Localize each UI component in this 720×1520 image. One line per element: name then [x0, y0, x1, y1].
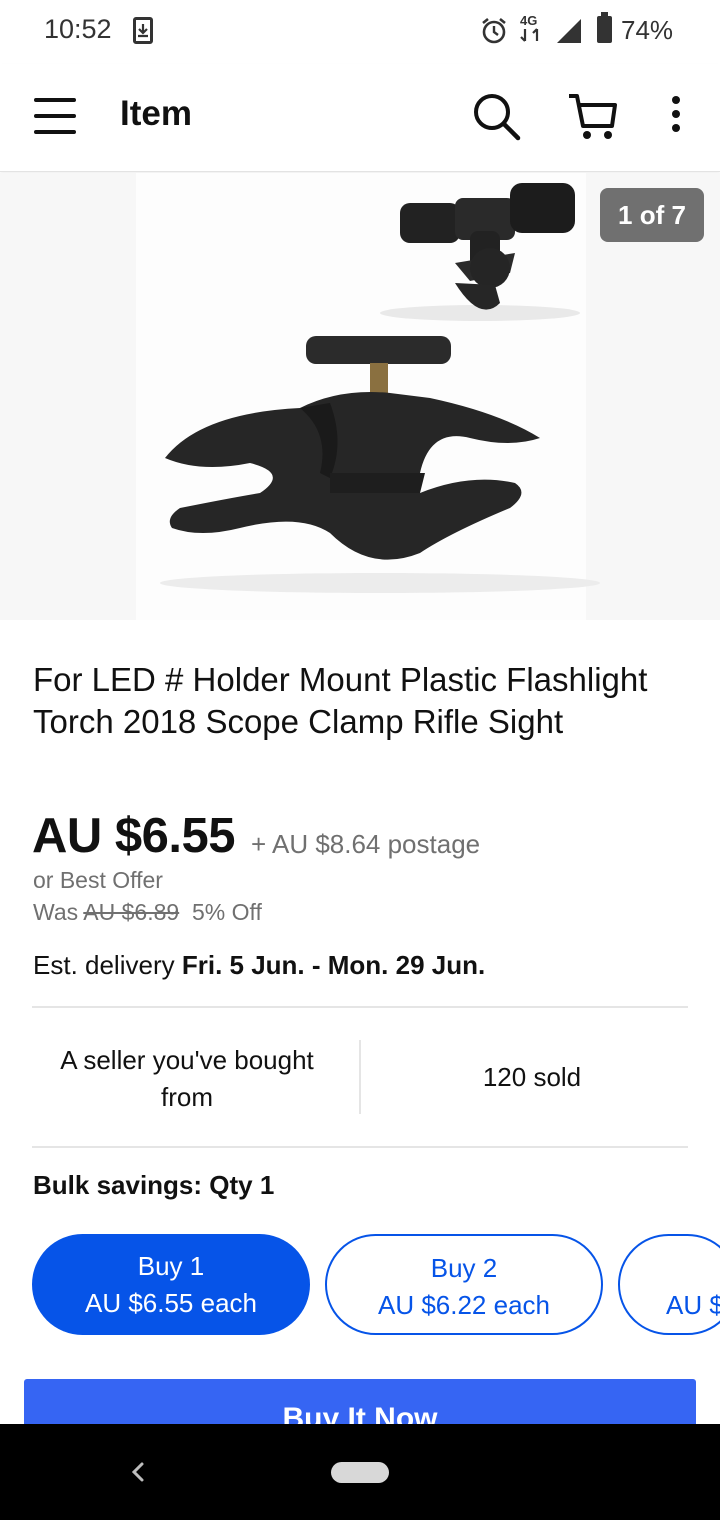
- option-qty: [666, 1250, 720, 1287]
- option-qty: Buy 1: [137, 1251, 205, 1281]
- image-counter-badge: 1 of 7: [600, 188, 704, 242]
- option-price: AU $6.22 each: [377, 1290, 550, 1320]
- search-icon[interactable]: [472, 92, 522, 147]
- delivery-dates: Fri. 5 Jun. - Mon. 29 Jun.: [181, 950, 486, 980]
- best-offer-note: or Best Offer: [33, 867, 163, 893]
- back-icon[interactable]: [128, 1458, 148, 1491]
- was-price-line: Was AU $6.89 5% Off: [33, 899, 262, 926]
- app-bar: Item: [0, 64, 720, 172]
- alarm-icon: [480, 17, 508, 50]
- menu-icon[interactable]: [34, 96, 78, 136]
- status-bar: 10:52 4G 74%: [0, 0, 720, 64]
- cart-icon[interactable]: [566, 92, 620, 147]
- home-pill-icon[interactable]: [331, 1462, 389, 1483]
- delivery-estimate: Est. delivery Fri. 5 Jun. - Mon. 29 Jun.: [33, 950, 485, 981]
- network-4g-icon: 4G: [520, 14, 542, 42]
- vertical-divider: [359, 1040, 361, 1114]
- option-price: AU $6.55 each: [84, 1288, 257, 1318]
- was-label: Was: [33, 899, 79, 925]
- delivery-label: Est. delivery: [33, 950, 175, 980]
- buy-2-option[interactable]: Buy 2 AU $6.22 each: [325, 1234, 603, 1335]
- item-price: AU $6.55: [32, 809, 236, 863]
- divider: [32, 1146, 688, 1148]
- seller-note: A seller you've bought from: [60, 1045, 314, 1112]
- system-navigation-bar: [0, 1424, 720, 1520]
- battery-icon: [597, 12, 612, 43]
- discount-label: 5% Off: [191, 899, 262, 925]
- bulk-savings-label: Bulk savings: Qty 1: [33, 1170, 275, 1200]
- buy-1-option[interactable]: Buy 1 AU $6.55 each: [32, 1234, 310, 1335]
- option-qty: Buy 2: [430, 1253, 498, 1283]
- divider: [32, 1006, 688, 1008]
- download-icon: [133, 17, 153, 44]
- status-time: 10:52: [44, 14, 112, 44]
- page-title: Item: [120, 94, 192, 133]
- battery-percentage: 74%: [621, 15, 674, 45]
- network-label: 4G: [520, 13, 538, 28]
- more-options-icon[interactable]: [664, 96, 688, 136]
- buy-more-option[interactable]: AU $: [618, 1234, 720, 1335]
- option-price: AU $: [666, 1290, 720, 1320]
- signal-icon: [556, 18, 582, 49]
- sold-count: 120 sold: [482, 1062, 582, 1092]
- item-title: For LED # Holder Mount Plastic Flashligh…: [33, 661, 648, 740]
- postage-cost: + AU $8.64 postage: [251, 829, 481, 859]
- was-price: AU $6.89: [83, 899, 180, 925]
